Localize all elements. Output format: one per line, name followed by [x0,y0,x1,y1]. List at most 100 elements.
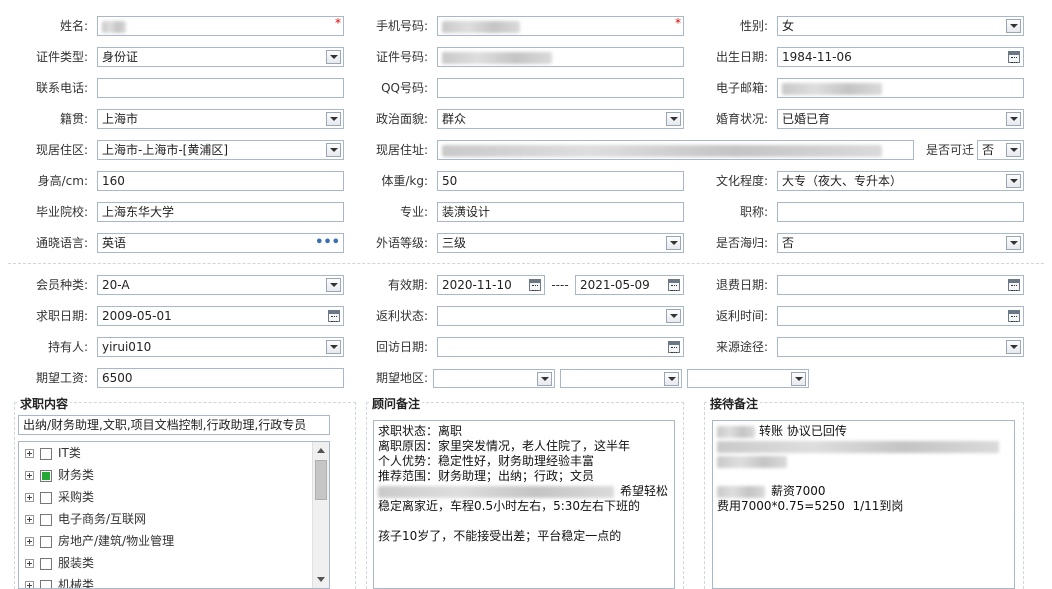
calendar-icon[interactable] [1008,310,1020,322]
school-label: 毕业院校: [35,205,88,219]
required-mark: * [335,16,341,30]
education-select[interactable]: 大专（夜大、专升本） [777,171,1024,191]
checkbox-checked[interactable] [40,469,52,482]
language-field[interactable]: 英语 ••• [97,233,344,253]
chevron-down-icon[interactable] [666,236,681,250]
holder-select[interactable]: yirui010 [97,337,344,357]
checkbox[interactable] [40,535,52,548]
title-label: 职称: [739,205,768,219]
school-field[interactable]: 上海东华大学 [97,202,344,222]
expand-icon[interactable] [25,559,34,568]
chevron-down-icon[interactable] [1006,236,1021,250]
calendar-icon[interactable] [1008,279,1020,291]
job-content-summary[interactable]: 出纳/财务助理,文职,项目文档控制,行政助理,行政专员 [18,415,330,435]
chevron-down-icon[interactable] [326,50,341,64]
chevron-down-icon[interactable] [666,309,681,323]
checkbox[interactable] [40,491,52,504]
member-type-select[interactable]: 20-A [97,275,344,295]
tree-item-purchasing[interactable]: 采购类 [19,486,329,508]
calendar-icon[interactable] [668,279,680,291]
scroll-up-icon[interactable] [317,448,325,453]
chevron-down-icon[interactable] [326,143,341,157]
scroll-thumb[interactable] [315,460,327,500]
expand-icon[interactable] [25,449,34,458]
chevron-down-icon[interactable] [1006,174,1021,188]
tree-item-apparel[interactable]: 服装类 [19,552,329,574]
checkbox[interactable] [40,579,52,588]
tree-item-ecommerce[interactable]: 电子商务/互联网 [19,508,329,530]
tree-item-machinery[interactable]: 机械类 [19,574,329,588]
scroll-down-icon[interactable] [317,577,325,582]
calendar-icon[interactable] [328,310,340,322]
expected-area-district-select[interactable] [687,369,809,388]
name-field[interactable]: * [97,16,344,36]
chevron-down-icon[interactable] [1006,19,1021,33]
expand-icon[interactable] [25,581,34,588]
expand-icon[interactable] [25,515,34,524]
source-select[interactable] [777,337,1024,357]
weight-field[interactable]: 50 [437,171,684,191]
checkbox[interactable] [40,557,52,570]
native-place-select[interactable]: 上海市 [97,109,344,129]
title-field[interactable] [777,202,1024,222]
chevron-down-icon[interactable] [537,372,552,386]
contact-phone-field[interactable] [97,78,344,98]
consultant-notes-textarea[interactable]: 求职状态：离职 离职原因：家里突发情况，老人住院了，这半年 个人优势：稳定性好，财务… [373,420,675,589]
overseas-return-select[interactable]: 否 [777,233,1024,253]
valid-end-field[interactable]: 2021-05-09 [575,275,684,295]
native-place-label: 籍贯: [59,112,88,126]
id-type-select[interactable]: 身份证 [97,47,344,67]
rebate-time-field[interactable] [777,306,1024,326]
redacted-text [378,485,614,498]
gender-select[interactable]: 女 [777,16,1024,36]
calendar-icon[interactable] [668,341,680,353]
chevron-down-icon[interactable] [664,372,679,386]
expected-area-city-select[interactable] [560,369,682,388]
chevron-down-icon[interactable] [326,112,341,126]
calendar-icon[interactable] [529,279,541,291]
expand-icon[interactable] [25,493,34,502]
relocate-select[interactable]: 否 [977,140,1024,160]
valid-start-field[interactable]: 2020-11-10 [437,275,545,295]
expand-icon[interactable] [25,537,34,546]
chevron-down-icon[interactable] [326,278,341,292]
email-field[interactable] [777,78,1024,98]
political-status-select[interactable]: 群众 [437,109,684,129]
redacted-text [717,485,765,498]
qq-field[interactable] [437,78,684,98]
chevron-down-icon[interactable] [791,372,806,386]
chevron-down-icon[interactable] [326,340,341,354]
marital-status-select[interactable]: 已婚已育 [777,109,1024,129]
reception-notes-textarea[interactable]: 转账 协议已回传 薪资7000 费用7000*0.75=5250 1/11到岗 [712,420,1015,589]
redacted-email [782,82,882,95]
refund-date-field[interactable] [777,275,1024,295]
revisit-date-field[interactable] [437,337,684,357]
expected-area-province-select[interactable] [433,369,555,388]
tree-item-finance[interactable]: 财务类 [19,464,329,486]
current-area-select[interactable]: 上海市-上海市-[黄浦区] [97,140,344,160]
expand-icon[interactable] [25,471,34,480]
redacted-text [717,455,787,468]
tree-scrollbar[interactable] [312,442,329,588]
chevron-down-icon[interactable] [666,112,681,126]
chevron-down-icon[interactable] [1006,340,1021,354]
major-field[interactable]: 装潢设计 [437,202,684,222]
calendar-icon[interactable] [1008,51,1020,63]
phone-field[interactable]: * [437,16,684,36]
more-icon[interactable]: ••• [315,234,340,252]
chevron-down-icon[interactable] [1006,112,1021,126]
height-field[interactable]: 160 [97,171,344,191]
current-address-field[interactable] [437,140,914,160]
checkbox[interactable] [40,513,52,526]
rebate-status-select[interactable] [437,306,684,326]
tree-item-real-estate[interactable]: 房地产/建筑/物业管理 [19,530,329,552]
birth-date-field[interactable]: 1984-11-06 [777,47,1024,67]
expected-salary-field[interactable]: 6500 [97,368,344,388]
tree-item-label: 服装类 [58,556,95,570]
id-number-field[interactable] [437,47,684,67]
tree-item-it[interactable]: IT类 [19,442,329,464]
checkbox[interactable] [40,447,52,460]
job-seek-date-field[interactable]: 2009-05-01 [97,306,344,326]
language-level-select[interactable]: 三级 [437,233,684,253]
chevron-down-icon[interactable] [1006,143,1021,157]
